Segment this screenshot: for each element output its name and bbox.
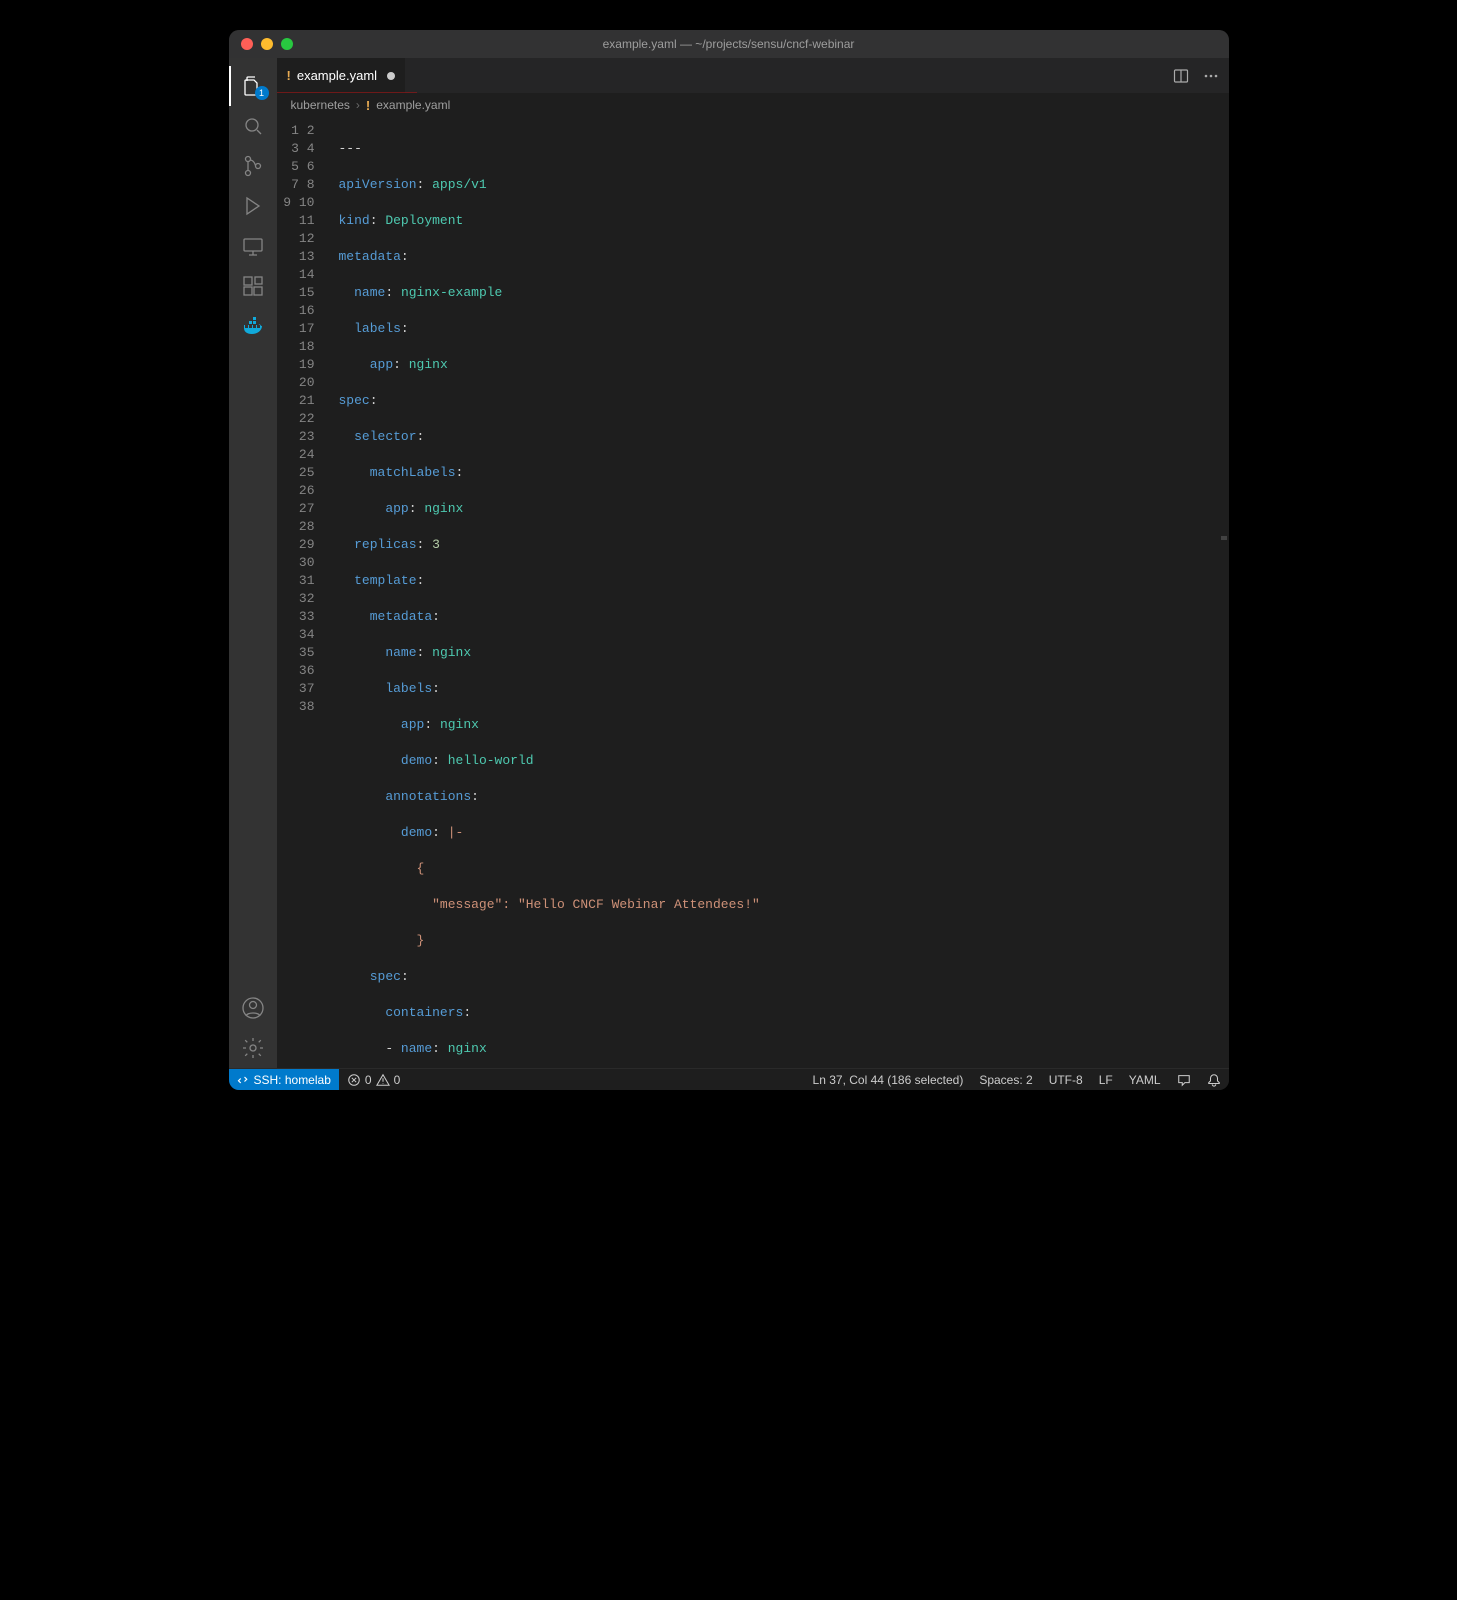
line-numbers: 1 2 3 4 5 6 7 8 9 10 11 12 13 14 15 16 1… (277, 116, 327, 1068)
extensions-icon[interactable] (229, 266, 277, 306)
tab-label: example.yaml (297, 68, 377, 83)
close-window-button[interactable] (241, 38, 253, 50)
explorer-icon[interactable]: 1 (229, 66, 277, 106)
chevron-right-icon: › (356, 98, 360, 112)
docker-icon[interactable] (229, 306, 277, 346)
code-content[interactable]: --- apiVersion: apps/v1 kind: Deployment… (327, 116, 1229, 1068)
indentation[interactable]: Spaces: 2 (971, 1073, 1040, 1087)
explorer-badge: 1 (255, 86, 269, 100)
encoding[interactable]: UTF-8 (1041, 1073, 1091, 1087)
maximize-window-button[interactable] (281, 38, 293, 50)
minimize-window-button[interactable] (261, 38, 273, 50)
language-mode[interactable]: YAML (1121, 1073, 1169, 1087)
scrollbar[interactable] (1221, 124, 1227, 1060)
status-bar: SSH: homelab 0 0 Ln 37, Col 44 (186 sele… (229, 1068, 1229, 1090)
remote-label: SSH: homelab (254, 1073, 331, 1087)
search-icon[interactable] (229, 106, 277, 146)
settings-gear-icon[interactable] (229, 1028, 277, 1068)
dirty-indicator-icon (387, 72, 395, 80)
vscode-window: example.yaml — ~/projects/sensu/cncf-web… (229, 30, 1229, 1090)
split-editor-icon[interactable] (1173, 68, 1189, 84)
activity-bar: 1 (229, 58, 277, 1068)
titlebar: example.yaml — ~/projects/sensu/cncf-web… (229, 30, 1229, 58)
window-controls (229, 38, 293, 50)
breadcrumb-file: example.yaml (376, 98, 450, 112)
window-title: example.yaml — ~/projects/sensu/cncf-web… (229, 37, 1229, 51)
yaml-file-icon: ! (287, 68, 291, 83)
yaml-file-icon: ! (366, 98, 370, 113)
eol[interactable]: LF (1091, 1073, 1121, 1087)
remote-indicator[interactable]: SSH: homelab (229, 1069, 339, 1090)
account-icon[interactable] (229, 988, 277, 1028)
cursor-position[interactable]: Ln 37, Col 44 (186 selected) (805, 1073, 972, 1087)
source-control-icon[interactable] (229, 146, 277, 186)
run-debug-icon[interactable] (229, 186, 277, 226)
feedback-icon[interactable] (1169, 1073, 1199, 1087)
notifications-icon[interactable] (1199, 1073, 1229, 1087)
more-actions-icon[interactable] (1203, 68, 1219, 84)
code-editor[interactable]: 1 2 3 4 5 6 7 8 9 10 11 12 13 14 15 16 1… (277, 116, 1229, 1068)
problems-indicator[interactable]: 0 0 (339, 1073, 408, 1087)
breadcrumb-folder: kubernetes (291, 98, 350, 112)
tab-example-yaml[interactable]: ! example.yaml (277, 58, 407, 93)
remote-explorer-icon[interactable] (229, 226, 277, 266)
breadcrumb[interactable]: kubernetes › ! example.yaml (277, 94, 1229, 116)
tabs-row: ! example.yaml (277, 58, 1229, 93)
